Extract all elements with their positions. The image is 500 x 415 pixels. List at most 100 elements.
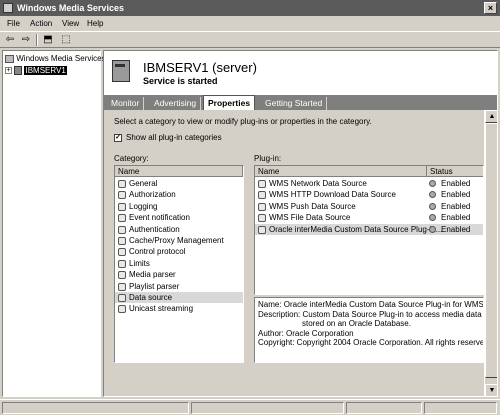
back-arrow-icon[interactable]: ⇦ (4, 34, 16, 46)
plugin-row[interactable]: WMS Push Data Source Enabled (255, 201, 483, 212)
plugin-name: WMS Network Data Source (269, 179, 367, 188)
category-item-label: Limits (129, 258, 150, 268)
tab-properties[interactable]: Properties (203, 95, 256, 110)
description-text: Description: Custom Data Source Plug-in … (258, 309, 483, 319)
category-icon (118, 202, 126, 211)
tree-server-label: IBMSERV1 (24, 66, 67, 75)
tree-root-label: Windows Media Services (16, 54, 106, 63)
scroll-thumb[interactable] (485, 123, 497, 378)
category-item[interactable]: General (115, 178, 243, 189)
tree-root[interactable]: Windows Media Services (5, 53, 106, 64)
plugin-row[interactable]: WMS File Data Source Enabled (255, 212, 483, 223)
server-header: IBMSERV1 (server) Service is started (104, 51, 497, 95)
plugin-list[interactable]: Name Status WMS Network Data Source Enabl… (254, 165, 484, 295)
plugin-name: Oracle interMedia Custom Data Source Plu… (269, 224, 443, 234)
plugin-name: WMS HTTP Download Data Source (269, 190, 397, 200)
scroll-up-icon[interactable]: ▲ (485, 110, 497, 123)
plugin-status-column-header[interactable]: Status (427, 166, 483, 177)
tab-monitor[interactable]: Monitor (107, 97, 145, 110)
category-item[interactable]: Logging (115, 201, 243, 212)
plugin-status: Enabled (441, 190, 471, 200)
category-item-label: Logging (129, 201, 158, 211)
category-item[interactable]: Control protocol (115, 246, 243, 257)
plugin-status: Enabled (441, 224, 471, 234)
plugin-name-column-header[interactable]: Name (255, 166, 427, 177)
category-label: Category: (114, 154, 149, 163)
category-item-label: Unicast streaming (129, 304, 194, 314)
menu-view[interactable]: View (62, 16, 79, 31)
tree-server[interactable]: + IBMSERV1 (5, 65, 67, 76)
category-item[interactable]: Media parser (115, 269, 243, 280)
category-icon (118, 259, 126, 268)
category-item[interactable]: Cache/Proxy Management (115, 235, 243, 246)
status-pane-2 (191, 402, 344, 414)
tab-advertising[interactable]: Advertising (150, 97, 202, 110)
forward-arrow-icon[interactable]: ⇨ (20, 34, 32, 46)
category-icon (118, 225, 126, 234)
category-item[interactable]: Data source (115, 292, 243, 304)
description-text-cont: stored on an Oracle Database. (302, 319, 411, 329)
category-item-label: Authentication (129, 224, 180, 234)
category-icon (118, 191, 126, 200)
enabled-status-icon (429, 214, 436, 222)
category-item-label: Event notification (129, 213, 190, 223)
category-column-header[interactable]: Name (115, 166, 243, 177)
menu-action[interactable]: Action (30, 16, 52, 31)
category-item-label: General (129, 179, 158, 188)
plugin-icon (258, 225, 266, 234)
app-icon (3, 3, 13, 13)
category-icon (118, 294, 126, 302)
details-pane: IBMSERV1 (server) Service is started Mon… (103, 50, 498, 397)
plugin-row[interactable]: WMS HTTP Download Data Source Enabled (255, 189, 483, 200)
description-copyright: Copyright: Copyright 2004 Oracle Corpora… (258, 338, 484, 348)
menu-help[interactable]: Help (87, 16, 103, 31)
category-icon (118, 282, 126, 291)
server-icon (14, 66, 23, 76)
show-all-checkbox[interactable]: ✓ (114, 134, 122, 142)
plugin-icon (258, 180, 266, 188)
plugin-icon (258, 202, 266, 211)
category-item[interactable]: Playlist parser (115, 281, 243, 292)
description-name: Name: Oracle interMedia Custom Data Sour… (258, 300, 484, 309)
category-item[interactable]: Event notification (115, 212, 243, 223)
toolbar: ⇦ ⇨ ⬒ ⬚ (0, 31, 500, 48)
server-name: IBMSERV1 (server) (143, 60, 257, 75)
category-item-label: Playlist parser (129, 281, 180, 291)
category-list[interactable]: Name General Authorization Logging Event no… (114, 165, 244, 363)
category-item[interactable]: Authentication (115, 224, 243, 235)
category-item-label: Control protocol (129, 247, 186, 257)
toolbar-separator (36, 34, 38, 46)
up-folder-icon[interactable]: ⬒ (42, 34, 54, 46)
properties-panel: Select a category to view or modify plug… (104, 110, 484, 396)
category-item[interactable]: Unicast streaming (115, 303, 243, 314)
category-icon (118, 237, 126, 245)
plugin-status: Enabled (441, 179, 471, 188)
plugin-status: Enabled (441, 201, 471, 211)
status-pane-4 (424, 402, 497, 414)
category-icon (118, 214, 126, 223)
category-item-label: Media parser (129, 270, 176, 280)
plugin-name: WMS File Data Source (269, 213, 351, 223)
category-item-label: Data source (129, 293, 173, 302)
plugin-row[interactable]: Oracle interMedia Custom Data Source Plu… (255, 223, 483, 235)
window-title: Windows Media Services (17, 3, 124, 13)
scroll-down-icon[interactable]: ▼ (485, 384, 497, 396)
menu-file[interactable]: File (7, 16, 20, 31)
description-author: Author: Oracle Corporation (258, 328, 354, 338)
expand-icon[interactable]: + (5, 67, 12, 75)
category-item[interactable]: Limits (115, 258, 243, 269)
category-item[interactable]: Authorization (115, 189, 243, 200)
category-icon (118, 305, 126, 314)
tab-getting-started[interactable]: Getting Started (261, 97, 328, 110)
close-button[interactable]: × (484, 2, 497, 14)
console-tree: Windows Media Services + IBMSERV1 (2, 50, 106, 397)
plugin-status: Enabled (441, 213, 471, 223)
plugin-row[interactable]: WMS Network Data Source Enabled (255, 178, 483, 189)
category-icon (118, 180, 126, 188)
enabled-status-icon (429, 180, 436, 187)
category-icon (118, 271, 126, 280)
tab-strip: Monitor Advertising Properties Getting S… (104, 95, 497, 110)
category-icon (118, 248, 126, 257)
vertical-scrollbar[interactable]: ▲ ▼ (484, 110, 497, 396)
properties-icon[interactable]: ⬚ (60, 34, 72, 46)
